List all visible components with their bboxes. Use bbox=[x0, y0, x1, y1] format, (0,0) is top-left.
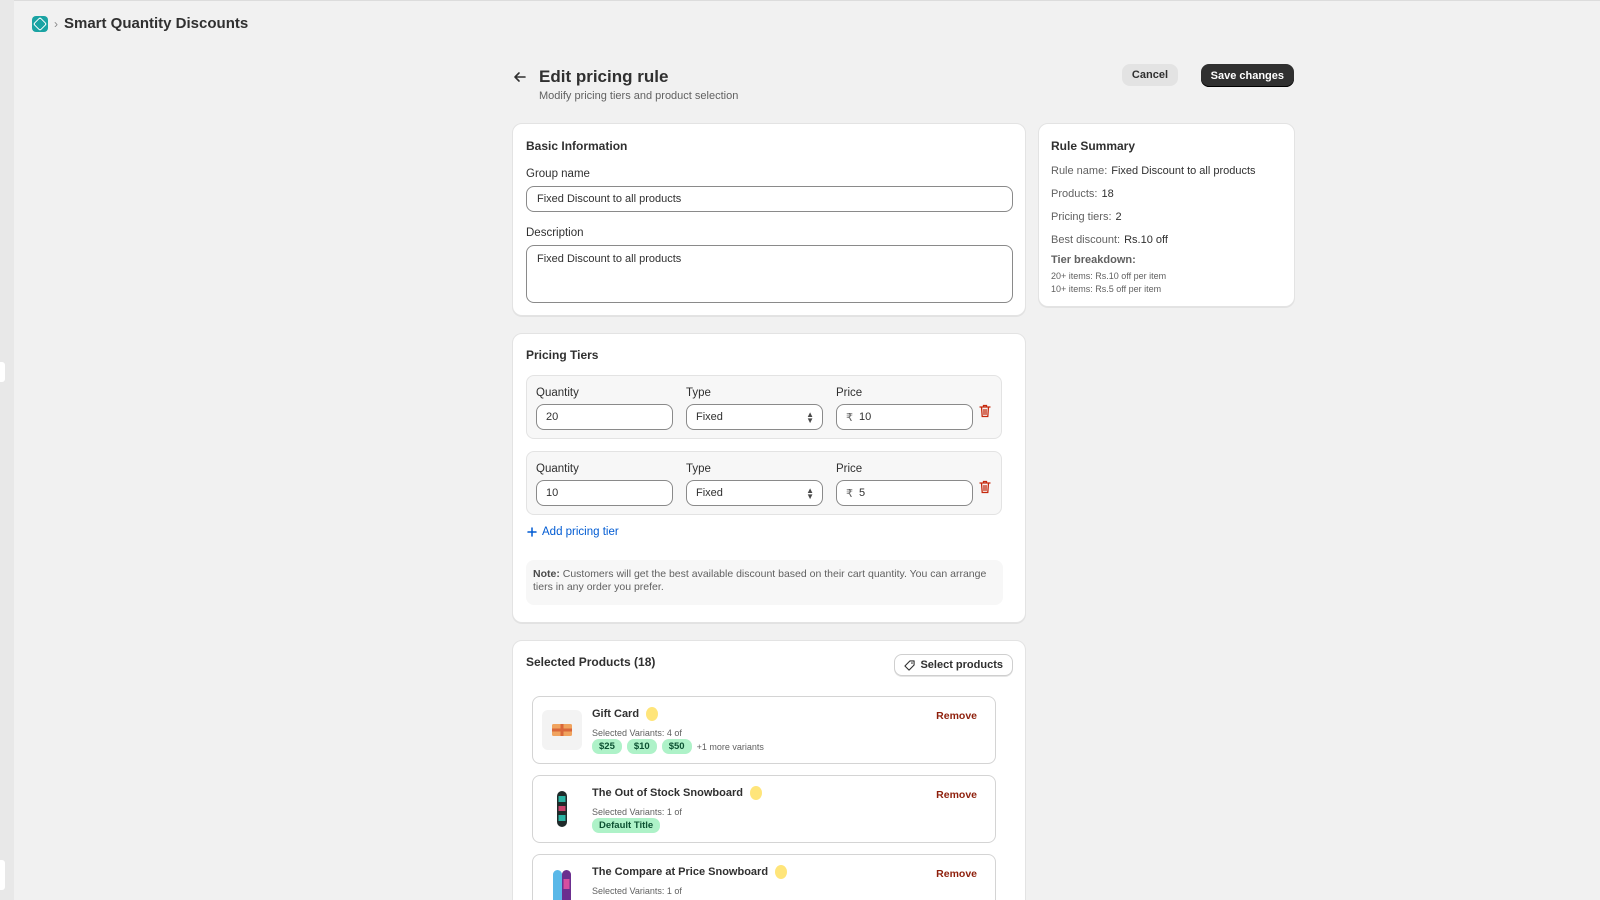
remove-product-button[interactable]: Remove bbox=[936, 710, 977, 722]
pricing-note: Note: Customers will get the best availa… bbox=[526, 560, 1003, 605]
tier-breakdown-item: 20+ items: Rs.10 off per item bbox=[1051, 271, 1167, 281]
variant-chip: $10 bbox=[626, 739, 657, 754]
remove-product-button[interactable]: Remove bbox=[936, 789, 977, 801]
pricing-tiers-card: Pricing Tiers Quantity Type Price 20 Fix… bbox=[512, 333, 1026, 623]
card-title: Selected Products (18) bbox=[526, 655, 656, 669]
snowboard-icon bbox=[542, 868, 582, 900]
type-label: Type bbox=[686, 387, 711, 399]
note-label: Note: bbox=[533, 568, 560, 580]
cancel-button[interactable]: Cancel bbox=[1121, 64, 1178, 86]
quantity-label: Quantity bbox=[536, 463, 579, 475]
card-title: Pricing Tiers bbox=[526, 348, 599, 362]
price-label: Price bbox=[836, 387, 863, 399]
more-variants-text: +1 more variants bbox=[696, 741, 764, 752]
status-dot-icon bbox=[646, 707, 659, 721]
product-row: Gift Card Selected Variants: 4 of $25 $1… bbox=[532, 696, 996, 764]
gift-card-icon bbox=[542, 710, 582, 750]
select-products-button[interactable]: Select products bbox=[894, 654, 1013, 676]
rail-tab[interactable] bbox=[0, 860, 5, 890]
quantity-label: Quantity bbox=[536, 387, 579, 399]
type-select[interactable]: Fixed ▲ ▼ bbox=[686, 404, 823, 430]
pricing-tier-row: Quantity Type Price 10 Fixed ▲ ▼ ₹ 5 bbox=[526, 451, 1002, 515]
card-title: Basic Information bbox=[526, 139, 628, 153]
add-pricing-tier-label: Add pricing tier bbox=[542, 526, 619, 538]
plus-icon bbox=[527, 527, 537, 537]
product-row: The Out of Stock Snowboard Selected Vari… bbox=[532, 775, 996, 843]
product-name: Gift Card bbox=[592, 707, 659, 721]
product-row: The Compare at Price Snowboard Selected … bbox=[532, 854, 996, 900]
summary-best-discount: Best discount: Rs.10 off bbox=[1051, 234, 1168, 246]
product-name: The Compare at Price Snowboard bbox=[592, 865, 788, 879]
price-input[interactable]: ₹ 5 bbox=[836, 480, 973, 506]
page-subtitle: Modify pricing tiers and product selecti… bbox=[539, 90, 739, 102]
card-title: Rule Summary bbox=[1051, 139, 1136, 153]
summary-tiers: Pricing tiers: 2 bbox=[1051, 211, 1122, 223]
add-pricing-tier-button[interactable]: Add pricing tier bbox=[527, 526, 619, 538]
app-title: Smart Quantity Discounts bbox=[64, 15, 249, 32]
summary-products: Products: 18 bbox=[1051, 188, 1114, 200]
variant-chips: $25 $10 $50 +1 more variants bbox=[592, 739, 764, 754]
page-title: Edit pricing rule bbox=[539, 67, 669, 86]
selected-products-card: Selected Products (18) Select products G… bbox=[512, 640, 1026, 900]
back-arrow-icon[interactable] bbox=[512, 69, 528, 85]
variant-chip: $50 bbox=[661, 739, 692, 754]
selected-variants-text: Selected Variants: 1 of bbox=[592, 807, 682, 817]
snowboard-icon bbox=[542, 789, 582, 829]
type-select-value: Fixed bbox=[696, 411, 723, 423]
save-changes-button[interactable]: Save changes bbox=[1200, 64, 1294, 87]
variant-chips: Default Title bbox=[592, 818, 661, 833]
delete-tier-icon[interactable] bbox=[979, 404, 991, 418]
description-textarea[interactable]: Fixed Discount to all products bbox=[526, 245, 1013, 303]
note-text: Customers will get the best available di… bbox=[533, 568, 987, 593]
app-logo-icon[interactable] bbox=[32, 15, 48, 32]
type-select-value: Fixed bbox=[696, 487, 723, 499]
select-arrows-icon: ▲ ▼ bbox=[806, 486, 814, 501]
tier-breakdown-label: Tier breakdown: bbox=[1051, 254, 1136, 266]
basic-info-card: Basic Information Group name Fixed Disco… bbox=[512, 123, 1026, 316]
select-products-label: Select products bbox=[920, 659, 1003, 671]
status-dot-icon bbox=[749, 786, 762, 800]
summary-rule-name: Rule name: Fixed Discount to all products bbox=[1051, 165, 1256, 177]
variant-chip: Default Title bbox=[592, 818, 661, 833]
rule-summary-card: Rule Summary Rule name: Fixed Discount to… bbox=[1038, 123, 1295, 307]
price-label: Price bbox=[836, 463, 863, 475]
type-label: Type bbox=[686, 463, 711, 475]
selected-variants-text: Selected Variants: 4 of bbox=[592, 728, 682, 738]
product-name: The Out of Stock Snowboard bbox=[592, 786, 762, 800]
description-label: Description bbox=[526, 227, 584, 239]
left-rail bbox=[0, 0, 14, 900]
group-name-label: Group name bbox=[526, 168, 590, 180]
variant-chip: $25 bbox=[592, 739, 622, 754]
rupee-prefix: ₹ bbox=[846, 487, 853, 500]
remove-product-button[interactable]: Remove bbox=[936, 868, 977, 880]
quantity-input[interactable]: 20 bbox=[536, 404, 673, 430]
page-header: Edit pricing rule Modify pricing tiers a… bbox=[512, 63, 1294, 107]
tier-breakdown-item: 10+ items: Rs.5 off per item bbox=[1051, 284, 1162, 294]
rupee-prefix: ₹ bbox=[846, 411, 853, 424]
rail-tab[interactable] bbox=[0, 362, 5, 382]
price-value: 5 bbox=[859, 487, 866, 499]
price-value: 10 bbox=[859, 411, 872, 423]
chevron-right-icon: › bbox=[54, 16, 58, 31]
status-dot-icon bbox=[775, 865, 788, 879]
app-topbar: › Smart Quantity Discounts bbox=[14, 0, 1600, 46]
selected-variants-text: Selected Variants: 1 of bbox=[592, 886, 682, 896]
pricing-tier-row: Quantity Type Price 20 Fixed ▲ ▼ ₹ 10 bbox=[526, 375, 1002, 439]
group-name-input[interactable]: Fixed Discount to all products bbox=[526, 186, 1013, 212]
delete-tier-icon[interactable] bbox=[979, 480, 991, 494]
type-select[interactable]: Fixed ▲ ▼ bbox=[686, 480, 823, 506]
select-arrows-icon: ▲ ▼ bbox=[806, 410, 814, 425]
price-input[interactable]: ₹ 10 bbox=[836, 404, 973, 430]
quantity-input[interactable]: 10 bbox=[536, 480, 673, 506]
tag-icon bbox=[904, 659, 916, 671]
